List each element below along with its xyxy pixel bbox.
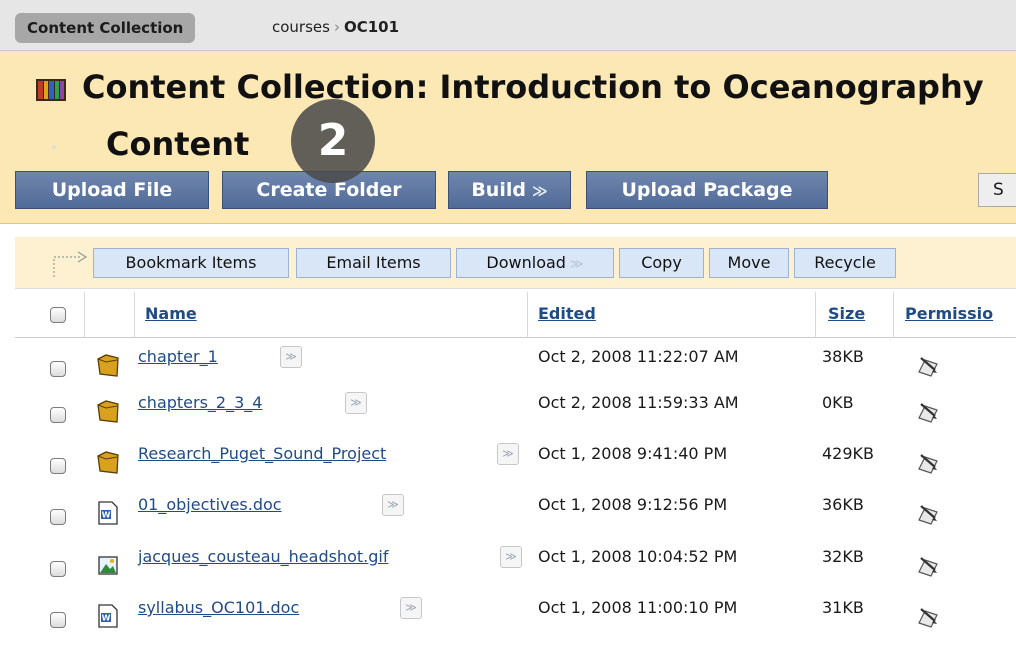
build-label: Build [471, 179, 526, 201]
permissions-pencil-icon[interactable] [915, 500, 941, 526]
table-row: W syllabus_OC101.doc ≫ Oct 1, 2008 11:00… [15, 589, 1016, 641]
permissions-pencil-icon[interactable] [915, 449, 941, 475]
page-title: Content Collection: Introduction to Ocea… [82, 67, 1012, 163]
file-size: 31KB [822, 598, 864, 617]
move-button[interactable]: Move [709, 248, 789, 278]
image-file-icon [98, 556, 118, 575]
column-header-permissions[interactable]: Permissio [905, 304, 993, 323]
select-all-checkbox[interactable] [50, 307, 66, 323]
folder-icon [97, 451, 119, 474]
bookshelf-icon [36, 79, 66, 101]
email-items-button[interactable]: Email Items [296, 248, 451, 278]
column-header-name[interactable]: Name [145, 304, 197, 323]
table-row: chapter_1 ≫ Oct 2, 2008 11:22:07 AM 38KB [15, 338, 1016, 390]
file-size: 0KB [822, 393, 854, 412]
search-button[interactable]: S [978, 173, 1016, 207]
divider-dot [52, 145, 56, 149]
file-name-link[interactable]: chapter_1 [138, 347, 218, 366]
column-divider [815, 292, 816, 338]
permissions-pencil-icon[interactable] [915, 603, 941, 629]
file-size: 36KB [822, 495, 864, 514]
content-header: Content Collection: Introduction to Ocea… [0, 51, 1016, 224]
table-header: Name Edited Size Permissio [15, 292, 1016, 338]
column-header-edited[interactable]: Edited [538, 304, 596, 323]
svg-text:W: W [102, 511, 111, 520]
download-label: Download [486, 253, 566, 272]
edited-date: Oct 1, 2008 10:04:52 PM [538, 547, 738, 566]
breadcrumb-content-collection[interactable]: Content Collection [15, 13, 196, 43]
file-name-link[interactable]: syllabus_OC101.doc [138, 598, 299, 617]
word-doc-icon: W [98, 604, 118, 628]
breadcrumb-bar: Content Collection courses › OC101 [0, 0, 1016, 51]
file-name-link[interactable]: Research_Puget_Sound_Project [138, 444, 386, 463]
column-divider [134, 292, 135, 338]
row-checkbox[interactable] [50, 612, 66, 628]
row-options-chevron-icon[interactable]: ≫ [345, 392, 367, 414]
row-checkbox[interactable] [50, 561, 66, 577]
chevron-down-icon: ≫ [569, 257, 584, 272]
table-row: chapters_2_3_4 ≫ Oct 2, 2008 11:59:33 AM… [15, 384, 1016, 436]
action-bar: Bookmark Items Email Items Download ≫ Cop… [15, 237, 1016, 289]
row-checkbox[interactable] [50, 407, 66, 423]
file-size: 32KB [822, 547, 864, 566]
row-options-chevron-icon[interactable]: ≫ [280, 346, 302, 368]
word-doc-icon: W [98, 501, 118, 525]
file-size: 38KB [822, 347, 864, 366]
column-header-size[interactable]: Size [828, 304, 865, 323]
file-name-link[interactable]: chapters_2_3_4 [138, 393, 262, 412]
file-name-link[interactable]: 01_objectives.doc [138, 495, 282, 514]
file-name-link[interactable]: jacques_cousteau_headshot.gif [138, 547, 388, 566]
permissions-pencil-icon[interactable] [915, 352, 941, 378]
svg-text:W: W [102, 614, 111, 623]
edited-date: Oct 2, 2008 11:22:07 AM [538, 347, 739, 366]
edited-date: Oct 2, 2008 11:59:33 AM [538, 393, 739, 412]
edited-date: Oct 1, 2008 9:41:40 PM [538, 444, 728, 463]
step-number-badge: 2 [291, 99, 375, 183]
table-row: jacques_cousteau_headshot.gif ≫ Oct 1, 2… [15, 538, 1016, 590]
breadcrumb-item-courses[interactable]: courses [272, 18, 330, 36]
breadcrumb: courses › OC101 [272, 18, 399, 36]
download-menu-button[interactable]: Download ≫ [456, 248, 614, 278]
recycle-button[interactable]: Recycle [794, 248, 896, 278]
permissions-pencil-icon[interactable] [915, 398, 941, 424]
row-checkbox[interactable] [50, 361, 66, 377]
table-row: Research_Puget_Sound_Project ≫ Oct 1, 20… [15, 435, 1016, 487]
row-options-chevron-icon[interactable]: ≫ [497, 443, 519, 465]
row-options-chevron-icon[interactable]: ≫ [400, 597, 422, 619]
breadcrumb-separator-icon: › [333, 18, 340, 36]
folder-icon [97, 354, 119, 377]
page-title-line2: Content [106, 125, 250, 163]
breadcrumb-item-current: OC101 [343, 18, 400, 36]
copy-button[interactable]: Copy [619, 248, 704, 278]
row-checkbox[interactable] [50, 509, 66, 525]
edited-date: Oct 1, 2008 11:00:10 PM [538, 598, 738, 617]
row-checkbox[interactable] [50, 458, 66, 474]
permissions-pencil-icon[interactable] [915, 552, 941, 578]
bookmark-items-button[interactable]: Bookmark Items [93, 248, 289, 278]
column-divider [893, 292, 894, 338]
build-menu-button[interactable]: Build ≫ [448, 171, 571, 209]
column-divider [527, 292, 528, 338]
page-title-line1: Content Collection: Introduction to Ocea… [82, 68, 984, 106]
chevron-down-icon: ≫ [531, 182, 548, 200]
column-divider [84, 292, 85, 338]
table-row: W 01_objectives.doc ≫ Oct 1, 2008 9:12:5… [15, 486, 1016, 538]
file-size: 429KB [822, 444, 875, 463]
upload-file-button[interactable]: Upload File [15, 171, 209, 209]
row-options-chevron-icon[interactable]: ≫ [500, 546, 522, 568]
row-options-chevron-icon[interactable]: ≫ [382, 494, 404, 516]
selected-items-arrow-icon [53, 251, 88, 277]
upload-package-button[interactable]: Upload Package [586, 171, 828, 209]
folder-icon [97, 400, 119, 423]
edited-date: Oct 1, 2008 9:12:56 PM [538, 495, 728, 514]
